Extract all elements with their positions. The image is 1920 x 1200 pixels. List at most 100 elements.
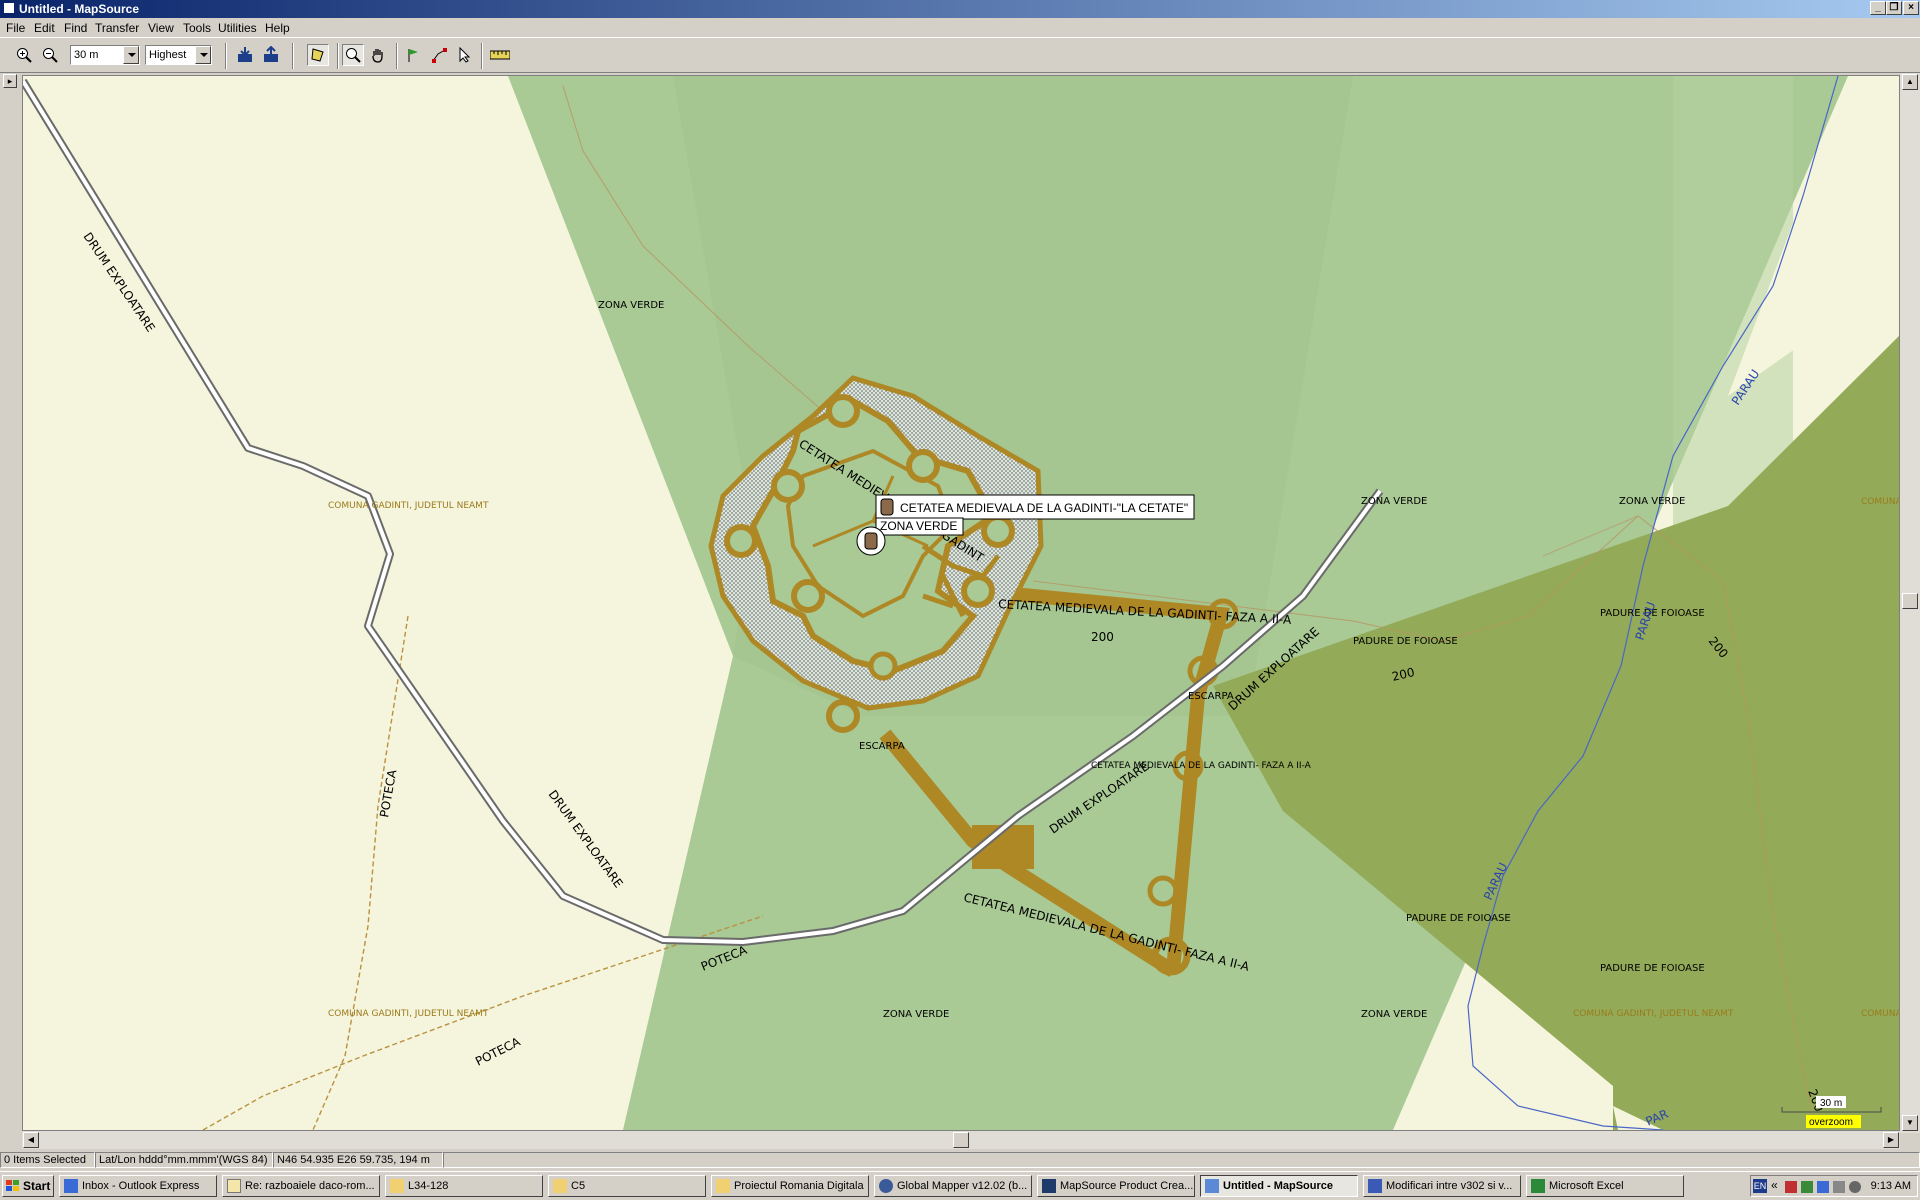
label-zona-verde: ZONA VERDE bbox=[1361, 1009, 1427, 1020]
task-word[interactable]: Modificari intre v302 si v... bbox=[1363, 1175, 1521, 1197]
pointer-icon bbox=[459, 47, 471, 63]
map-canvas[interactable]: ZONA VERDE ZONA VERDE ZONA VERDE ZONA VE… bbox=[23, 76, 1899, 1130]
horizontal-scroll-thumb[interactable] bbox=[953, 1132, 969, 1148]
menu-file[interactable]: File bbox=[6, 21, 25, 35]
horizontal-scrollbar[interactable]: ◀ ▶ bbox=[22, 1131, 1900, 1149]
volume-icon[interactable] bbox=[1849, 1181, 1861, 1193]
folder-icon bbox=[553, 1179, 567, 1193]
receive-device-icon bbox=[238, 47, 252, 62]
pan-tool-button[interactable] bbox=[367, 44, 389, 66]
label-comuna-truncated: COMUNA bbox=[1861, 497, 1899, 507]
taskbar: Start Inbox - Outlook Express Re: razboa… bbox=[0, 1171, 1920, 1200]
landmark-icon bbox=[880, 498, 894, 516]
label-comuna: COMUNA GADINTI, JUDETUL NEAMT bbox=[1573, 1009, 1734, 1019]
task-folder-l34[interactable]: L34-128 bbox=[385, 1175, 543, 1197]
restore-button[interactable]: ❐ bbox=[1886, 1, 1902, 15]
toolbar-separator bbox=[225, 43, 227, 69]
message-icon bbox=[227, 1179, 241, 1193]
menu-help[interactable]: Help bbox=[265, 21, 290, 35]
poi-tooltip-cetatea[interactable]: CETATEA MEDIEVALA DE LA GADINTI-"LA CETA… bbox=[875, 494, 1195, 520]
expand-panel-button[interactable]: ▸ bbox=[3, 74, 17, 88]
magnifier-icon bbox=[346, 48, 361, 63]
scroll-right-button[interactable]: ▶ bbox=[1883, 1132, 1899, 1148]
chevron-down-icon[interactable] bbox=[195, 46, 211, 64]
zoom-out-button[interactable] bbox=[39, 44, 61, 66]
system-tray: EN « 9:13 AM bbox=[1750, 1175, 1918, 1197]
send-to-device-button[interactable] bbox=[260, 44, 282, 66]
zoom-tool-button[interactable] bbox=[342, 44, 364, 66]
minimize-button[interactable]: _ bbox=[1870, 1, 1886, 15]
task-mapsource-product[interactable]: MapSource Product Crea... bbox=[1037, 1175, 1195, 1197]
folder-icon bbox=[390, 1179, 404, 1193]
scroll-down-button[interactable]: ▼ bbox=[1902, 1115, 1918, 1131]
detail-level-select[interactable]: Highest bbox=[145, 45, 212, 65]
task-excel[interactable]: Microsoft Excel bbox=[1526, 1175, 1684, 1197]
menu-bar: File Edit Find Transfer View Tools Utili… bbox=[0, 18, 1920, 37]
start-button[interactable]: Start bbox=[2, 1175, 54, 1197]
receive-from-device-button[interactable] bbox=[234, 44, 256, 66]
hand-icon bbox=[372, 49, 383, 63]
zoom-in-button[interactable] bbox=[13, 44, 35, 66]
folder-icon bbox=[716, 1179, 730, 1193]
poi-tooltip-zona-verde-text: ZONA VERDE bbox=[880, 519, 957, 533]
status-format: Lat/Lon hddd°mm.mmm'(WGS 84) bbox=[95, 1152, 273, 1168]
poi-tooltip-zona-verde[interactable]: ZONA VERDE bbox=[875, 517, 964, 536]
route-tool-button[interactable] bbox=[428, 44, 450, 66]
clock: 9:13 AM bbox=[1870, 1180, 1911, 1192]
measure-tool-button[interactable] bbox=[488, 44, 512, 66]
globe-icon bbox=[879, 1179, 893, 1193]
status-bar: 0 Items Selected Lat/Lon hddd°mm.mmm'(WG… bbox=[0, 1150, 1920, 1170]
close-button[interactable]: × bbox=[1903, 1, 1919, 15]
side-panel-collapsed: ▸ bbox=[0, 73, 20, 1150]
menu-edit[interactable]: Edit bbox=[34, 21, 55, 35]
menu-transfer[interactable]: Transfer bbox=[95, 21, 139, 35]
map-area: ▸ ZONA VERDE ZONA VERDE ZONA VERDE ZONA … bbox=[0, 73, 1920, 1150]
poi-marker[interactable] bbox=[856, 526, 886, 556]
vertical-scrollbar[interactable]: ▲ ▼ bbox=[1900, 73, 1920, 1133]
network-icon[interactable] bbox=[1833, 1181, 1845, 1193]
label-zona-verde: ZONA VERDE bbox=[598, 300, 664, 311]
detail-level-value: Highest bbox=[149, 49, 187, 61]
scroll-up-button[interactable]: ▲ bbox=[1902, 74, 1918, 90]
label-comuna: COMUNA GADINTI, JUDETUL NEAMT bbox=[328, 501, 489, 511]
tray-icon[interactable] bbox=[1817, 1181, 1829, 1193]
waypoint-tool-button[interactable] bbox=[402, 44, 424, 66]
label-zona-verde: ZONA VERDE bbox=[1619, 496, 1685, 507]
language-indicator[interactable]: EN bbox=[1753, 1179, 1767, 1193]
task-mapsource[interactable]: Untitled - MapSource bbox=[1200, 1175, 1358, 1197]
task-message[interactable]: Re: razboaiele daco-rom... bbox=[222, 1175, 380, 1197]
label-escarpa: ESCARPA bbox=[1188, 691, 1234, 702]
task-outlook[interactable]: Inbox - Outlook Express bbox=[59, 1175, 217, 1197]
label-padure: PADURE DE FOIOASE bbox=[1353, 636, 1458, 647]
map-select-icon bbox=[311, 48, 324, 62]
selection-tool-button[interactable] bbox=[453, 44, 475, 66]
task-folder-c5[interactable]: C5 bbox=[548, 1175, 706, 1197]
poi-tooltip-cetatea-text: CETATEA MEDIEVALA DE LA GADINTI-"LA CETA… bbox=[900, 501, 1188, 515]
task-folder-proiectul[interactable]: Proiectul Romania Digitala bbox=[711, 1175, 869, 1197]
menu-utilities[interactable]: Utilities bbox=[218, 21, 257, 35]
task-global-mapper[interactable]: Global Mapper v12.02 (b... bbox=[874, 1175, 1032, 1197]
menu-view[interactable]: View bbox=[148, 21, 174, 35]
tray-icon[interactable] bbox=[1785, 1181, 1797, 1193]
toolbar-separator bbox=[337, 43, 339, 69]
chevron-left-icon[interactable]: « bbox=[1771, 1178, 1783, 1192]
scroll-left-button[interactable]: ◀ bbox=[23, 1132, 39, 1148]
menu-tools[interactable]: Tools bbox=[183, 21, 211, 35]
chevron-down-icon[interactable] bbox=[123, 46, 139, 64]
zoom-scale-select[interactable]: 30 m bbox=[70, 45, 140, 65]
menu-find[interactable]: Find bbox=[64, 21, 87, 35]
document-icon bbox=[1368, 1179, 1382, 1193]
label-zona-verde: ZONA VERDE bbox=[883, 1009, 949, 1020]
windows-logo-icon bbox=[6, 1180, 19, 1191]
tray-icon[interactable] bbox=[1801, 1181, 1813, 1193]
map-tool-button[interactable] bbox=[307, 44, 329, 66]
zoom-out-icon bbox=[43, 48, 58, 63]
vertical-scroll-thumb[interactable] bbox=[1902, 593, 1918, 609]
toolbar-separator bbox=[292, 43, 294, 69]
toolbar-separator bbox=[396, 43, 398, 69]
label-padure: PADURE DE FOIOASE bbox=[1600, 963, 1705, 974]
landmark-icon bbox=[864, 532, 878, 550]
label-comuna: COMUNA GADINTI, JUDETUL NEAMT bbox=[328, 1009, 489, 1019]
map-view[interactable]: ZONA VERDE ZONA VERDE ZONA VERDE ZONA VE… bbox=[22, 75, 1900, 1131]
label-contour: 200 bbox=[1091, 630, 1114, 644]
